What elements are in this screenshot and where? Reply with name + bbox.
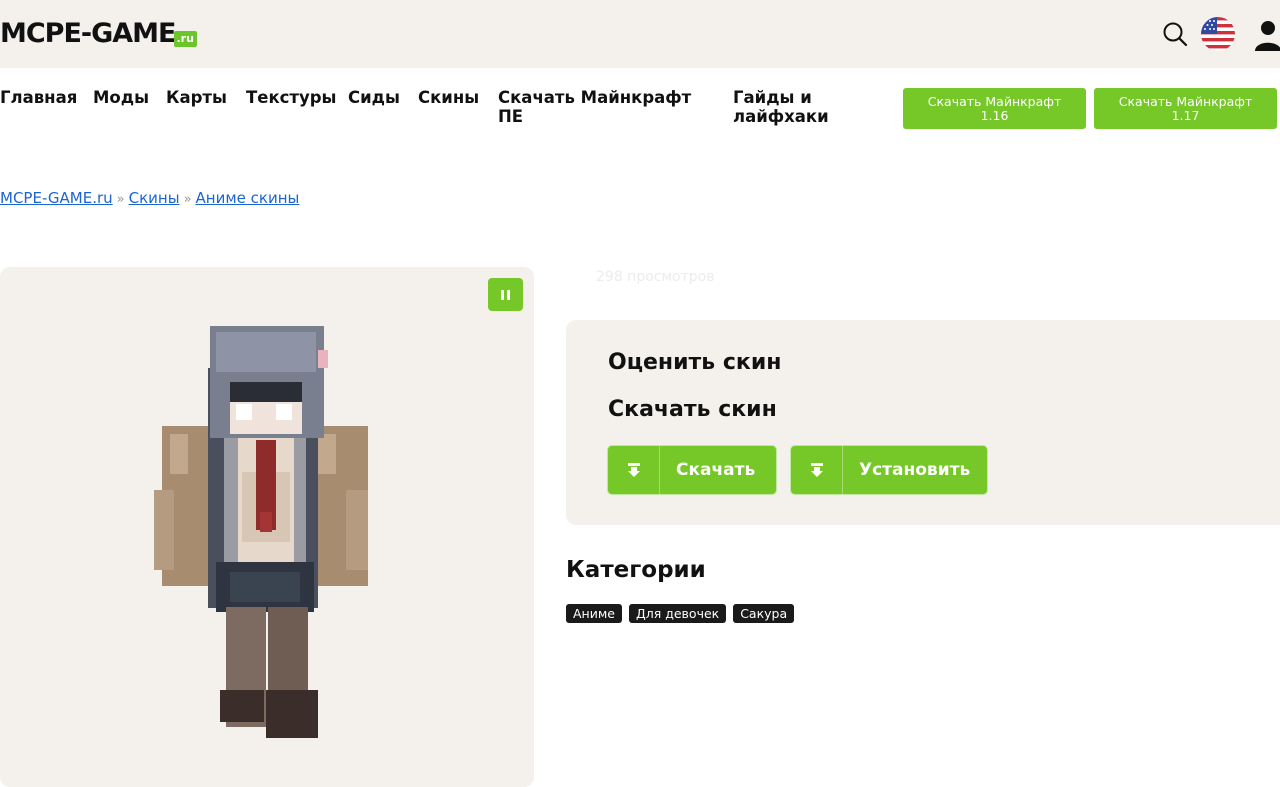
logo-suffix: .ru <box>173 31 197 47</box>
breadcrumb-separator: » <box>116 192 125 207</box>
download-minecraft-1-16-button[interactable]: Скачать Майнкрафт 1.16 <box>903 88 1086 129</box>
user-icon[interactable] <box>1254 18 1280 52</box>
top-bar: MCPE-GAME.ru <box>0 0 1280 68</box>
breadcrumb-skins-link[interactable]: Скины <box>129 189 180 207</box>
download-1-17-line2: 1.17 <box>1171 107 1200 123</box>
nav-item-home[interactable]: Главная <box>0 88 77 107</box>
pause-icon <box>501 289 504 300</box>
categories-heading: Категории <box>566 557 706 583</box>
download-skin-heading: Скачать скин <box>608 397 777 422</box>
nav-item-skins[interactable]: Скины <box>418 88 479 107</box>
tag-sakura[interactable]: Сакура <box>733 604 795 623</box>
nav-item-maps[interactable]: Карты <box>166 88 227 107</box>
nav-item-textures[interactable]: Текстуры <box>246 88 336 107</box>
breadcrumb-separator: » <box>183 192 192 207</box>
us-flag-icon[interactable] <box>1200 16 1236 52</box>
download-skin-button[interactable]: Скачать <box>607 445 777 495</box>
install-icon <box>791 446 843 494</box>
download-skin-label: Скачать <box>676 460 756 480</box>
tag-anime[interactable]: Аниме <box>566 604 622 623</box>
tag-for-girls[interactable]: Для девочек <box>628 604 727 623</box>
breadcrumb: MCPE-GAME.ru» Скины» Аниме скины <box>0 189 299 207</box>
rate-skin-heading: Оценить скин <box>608 350 782 375</box>
search-icon[interactable] <box>1162 21 1188 47</box>
nav-item-mods[interactable]: Моды <box>93 88 149 107</box>
download-minecraft-1-17-button[interactable]: Скачать Майнкрафт 1.17 <box>1094 88 1277 129</box>
download-icon <box>608 446 660 494</box>
nav-item-guides-line1: Гайды и <box>733 88 812 107</box>
nav-item-download-pe[interactable]: Скачать Майнкрафт ПЕ <box>498 88 691 126</box>
nav-item-download-pe-line2: ПЕ <box>498 107 524 126</box>
category-tags: Аниме Для девочек Сакура <box>566 604 795 623</box>
views-count: 298 просмотров <box>596 269 715 285</box>
breadcrumb-home-link[interactable]: MCPE-GAME.ru <box>0 189 113 207</box>
nav-item-guides[interactable]: Гайды и лайфхаки <box>733 88 829 126</box>
breadcrumb-anime-skins-link[interactable]: Аниме скины <box>196 189 300 207</box>
nav-item-guides-line2: лайфхаки <box>733 107 829 126</box>
pause-animation-button[interactable] <box>488 278 523 311</box>
download-1-17-line1: Скачать Майнкрафт <box>1118 93 1253 109</box>
download-1-16-line1: Скачать Майнкрафт <box>927 93 1062 109</box>
skin-3d-model[interactable] <box>150 322 376 742</box>
site-logo[interactable]: MCPE-GAME.ru <box>0 18 197 50</box>
pause-icon <box>507 289 510 300</box>
install-skin-label: Установить <box>859 460 971 480</box>
nav-item-seeds[interactable]: Сиды <box>348 88 400 107</box>
download-1-16-line2: 1.16 <box>980 107 1009 123</box>
nav-item-download-pe-line1: Скачать Майнкрафт <box>498 88 692 107</box>
logo-text: MCPE-GAME <box>0 18 176 49</box>
install-skin-button[interactable]: Установить <box>790 445 988 495</box>
